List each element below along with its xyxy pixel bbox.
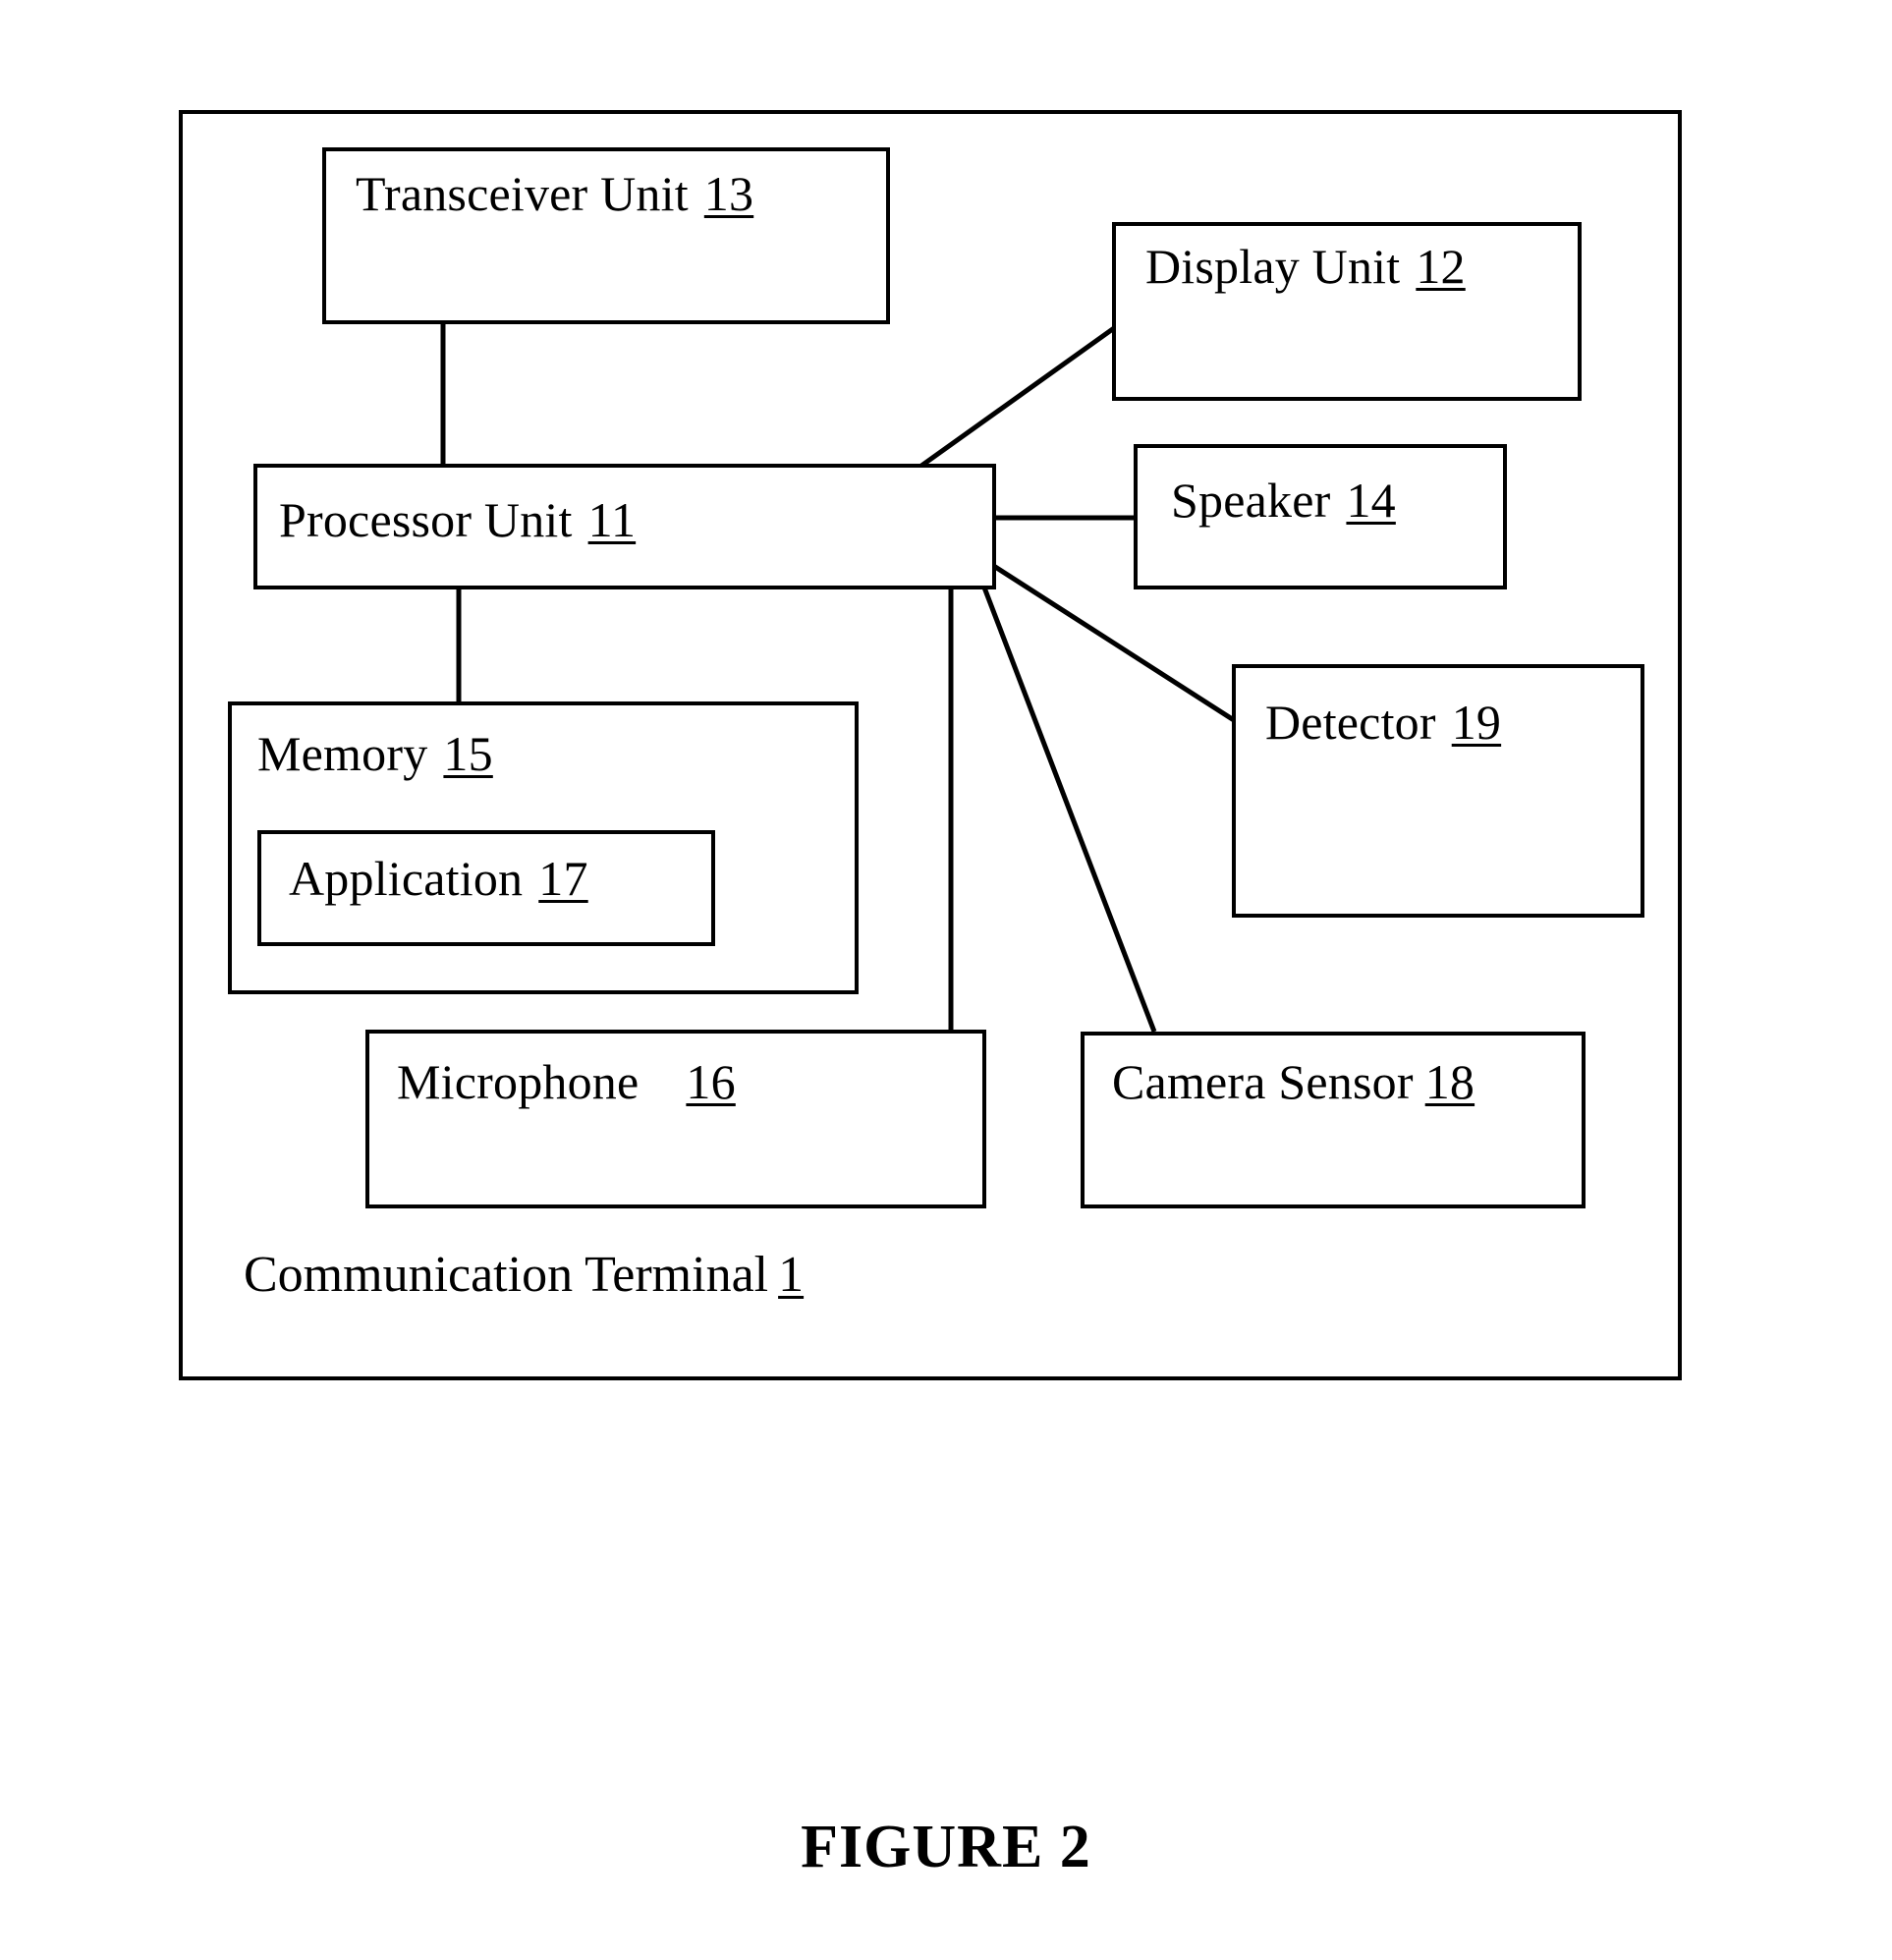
communication-terminal-caption-text: Communication Terminal	[244, 1247, 769, 1303]
node-microphone-number: 16	[686, 1054, 736, 1109]
communication-terminal-caption-number: 1	[778, 1247, 805, 1303]
node-processor-unit-label: Processor Unit 11	[279, 495, 636, 544]
node-microphone: Microphone 16	[365, 1030, 986, 1208]
node-application: Application 17	[257, 830, 715, 946]
node-detector-text: Detector	[1265, 695, 1436, 750]
node-speaker: Speaker 14	[1134, 444, 1507, 589]
node-speaker-number: 14	[1346, 473, 1396, 528]
node-transceiver-unit: Transceiver Unit 13	[322, 147, 890, 324]
node-speaker-text: Speaker	[1171, 473, 1331, 528]
node-transceiver-unit-label: Transceiver Unit 13	[356, 169, 753, 218]
node-camera-sensor: Camera Sensor 18	[1081, 1032, 1586, 1208]
node-detector-number: 19	[1451, 695, 1502, 750]
node-display-unit: Display Unit 12	[1112, 222, 1582, 401]
node-memory-text: Memory	[257, 726, 428, 781]
figure-caption: FIGURE 2	[801, 1814, 1091, 1880]
node-application-label: Application 17	[289, 854, 588, 903]
node-processor-unit-text: Processor Unit	[279, 492, 573, 547]
node-application-text: Application	[289, 851, 524, 906]
patent-figure: Transceiver Unit 13 Display Unit 12 Proces…	[0, 0, 1892, 1960]
node-display-unit-text: Display Unit	[1145, 239, 1401, 294]
node-camera-sensor-number: 18	[1424, 1054, 1475, 1109]
node-transceiver-unit-text: Transceiver Unit	[356, 166, 689, 221]
node-microphone-text: Microphone	[397, 1054, 640, 1109]
node-memory-label: Memory 15	[257, 729, 493, 778]
node-microphone-label: Microphone 16	[397, 1057, 736, 1106]
node-detector-label: Detector 19	[1265, 698, 1501, 747]
node-application-number: 17	[538, 851, 588, 906]
node-memory-number: 15	[443, 726, 493, 781]
node-camera-sensor-text: Camera Sensor	[1112, 1054, 1414, 1109]
node-display-unit-number: 12	[1416, 239, 1466, 294]
node-processor-unit-number: 11	[587, 492, 637, 547]
node-detector: Detector 19	[1232, 664, 1644, 918]
node-display-unit-label: Display Unit 12	[1145, 242, 1466, 291]
node-camera-sensor-label: Camera Sensor 18	[1112, 1057, 1475, 1106]
node-processor-unit: Processor Unit 11	[253, 464, 996, 589]
node-transceiver-unit-number: 13	[703, 166, 754, 221]
communication-terminal-caption: Communication Terminal 1	[244, 1250, 804, 1301]
node-speaker-label: Speaker 14	[1171, 476, 1396, 525]
